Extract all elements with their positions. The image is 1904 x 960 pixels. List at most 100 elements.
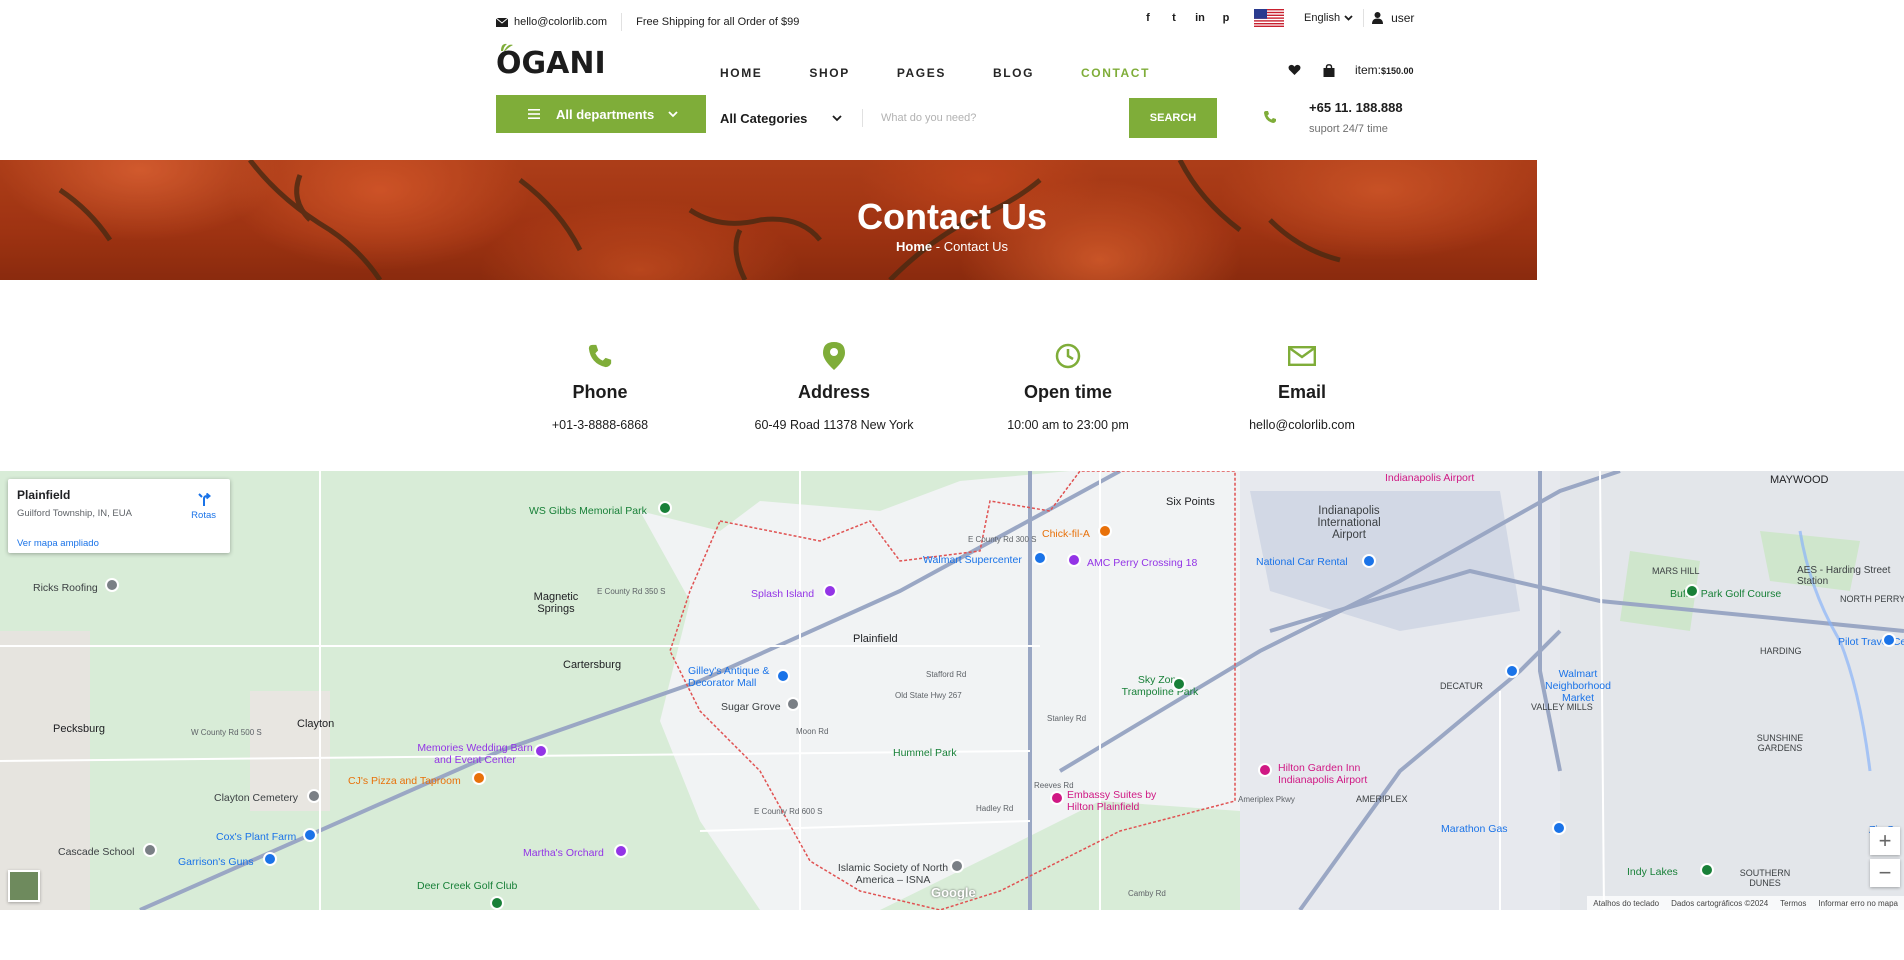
- map-poi-pin[interactable]: [950, 859, 964, 873]
- map-label[interactable]: Indianapolis Airport: [1385, 472, 1474, 484]
- map-layer-toggle[interactable]: [8, 870, 40, 902]
- us-flag-icon[interactable]: [1254, 9, 1284, 27]
- all-departments-button[interactable]: All departments: [496, 95, 706, 133]
- nav-home[interactable]: HOME: [720, 66, 762, 80]
- map-label: MAYWOOD: [1770, 474, 1829, 486]
- map-label[interactable]: Cascade School: [58, 846, 134, 858]
- map-label: Pecksburg: [53, 723, 105, 735]
- map-label[interactable]: AMC Perry Crossing 18: [1087, 557, 1197, 569]
- larger-map-link[interactable]: Ver mapa ampliado: [17, 538, 99, 549]
- google-map[interactable]: Indianapolis Airport MAYWOOD WS Gibbs Me…: [0, 471, 1904, 910]
- zoom-out-button[interactable]: −: [1870, 859, 1900, 887]
- map-poi-pin[interactable]: [1882, 633, 1896, 647]
- map-label[interactable]: Hummel Park: [893, 747, 957, 759]
- map-poi-pin[interactable]: [1505, 664, 1519, 678]
- map-label[interactable]: Islamic Society of North America – ISNA: [833, 862, 953, 886]
- map-label[interactable]: National Car Rental: [1256, 556, 1348, 568]
- map-poi-pin[interactable]: [490, 896, 504, 910]
- zoom-in-button[interactable]: +: [1870, 827, 1900, 855]
- breadcrumb: Home - Contact Us: [0, 239, 1904, 254]
- site-logo[interactable]: OGANI: [496, 43, 606, 81]
- map-label: Six Points: [1166, 496, 1215, 508]
- shopping-bag-icon[interactable]: [1323, 63, 1335, 77]
- map-poi-pin[interactable]: [307, 789, 321, 803]
- map-label[interactable]: Memories Wedding Barn and Event Center: [415, 742, 535, 766]
- map-poi-pin[interactable]: [472, 771, 486, 785]
- map-poi-pin[interactable]: [534, 744, 548, 758]
- search-input[interactable]: [881, 112, 1141, 124]
- category-select[interactable]: All Categories: [720, 111, 862, 126]
- map-label[interactable]: Embassy Suites by Hilton Plainfield: [1067, 789, 1177, 813]
- map-poi-pin[interactable]: [1258, 763, 1272, 777]
- map-label[interactable]: Deer Creek Golf Club: [417, 880, 517, 892]
- report-error-link[interactable]: Informar erro no mapa: [1818, 899, 1898, 908]
- breadcrumb-home-link[interactable]: Home: [896, 239, 932, 254]
- map-label[interactable]: Hilton Garden Inn Indianapolis Airport: [1278, 762, 1388, 786]
- nav-shop[interactable]: SHOP: [809, 66, 849, 80]
- map-label[interactable]: Clayton Cemetery: [214, 792, 298, 804]
- map-label: Reeves Rd: [1034, 781, 1074, 790]
- cart-label: item:: [1355, 63, 1382, 77]
- pinterest-icon[interactable]: p: [1220, 12, 1232, 24]
- map-poi-pin[interactable]: [1033, 551, 1047, 565]
- page-title: Contact Us: [856, 196, 1048, 237]
- search-button[interactable]: SEARCH: [1129, 98, 1217, 138]
- linkedin-icon[interactable]: in: [1194, 12, 1206, 24]
- map-poi-pin[interactable]: [614, 844, 628, 858]
- topbar-email[interactable]: hello@colorlib.com: [514, 16, 607, 28]
- map-label[interactable]: Indianapolis International Airport: [1310, 505, 1388, 541]
- map-label[interactable]: Martha's Orchard: [523, 847, 604, 859]
- map-label[interactable]: Marathon Gas: [1441, 823, 1508, 835]
- map-label[interactable]: Garrison's Guns: [178, 856, 254, 868]
- map-label[interactable]: Sugar Grove: [721, 701, 781, 713]
- map-label[interactable]: Walmart Supercenter: [923, 554, 1022, 566]
- map-label[interactable]: Ricks Roofing: [33, 582, 98, 594]
- facebook-icon[interactable]: f: [1142, 12, 1154, 24]
- map-poi-pin[interactable]: [303, 828, 317, 842]
- map-label[interactable]: Chick-fil-A: [1042, 528, 1090, 540]
- map-label[interactable]: Splash Island: [751, 588, 814, 600]
- map-poi-pin[interactable]: [1362, 554, 1376, 568]
- contact-widget-address: Address 60-49 Road 11378 New York: [724, 336, 944, 432]
- google-logo: Google: [931, 885, 976, 900]
- map-label[interactable]: Walmart Neighborhood Market: [1528, 668, 1628, 704]
- map-label: E County Rd 600 S: [754, 807, 823, 816]
- map-label[interactable]: AES - Harding Street Station: [1797, 565, 1897, 587]
- map-poi-pin[interactable]: [823, 584, 837, 598]
- map-poi-pin[interactable]: [1700, 863, 1714, 877]
- language-select[interactable]: English: [1304, 12, 1353, 24]
- contact-widget-value: hello@colorlib.com: [1249, 418, 1355, 432]
- terms-link[interactable]: Termos: [1780, 899, 1806, 908]
- top-bar-left: hello@colorlib.com Free Shipping for all…: [496, 13, 799, 31]
- nav-blog[interactable]: BLOG: [993, 66, 1034, 80]
- map-poi-pin[interactable]: [1098, 524, 1112, 538]
- map-label[interactable]: Indy Lakes: [1627, 866, 1678, 878]
- heart-icon[interactable]: [1288, 64, 1301, 76]
- map-label[interactable]: CJ's Pizza and Taproom: [348, 775, 461, 787]
- map-label[interactable]: Cox's Plant Farm: [216, 831, 296, 843]
- nav-pages[interactable]: PAGES: [897, 66, 946, 80]
- map-label: W County Rd 500 S: [191, 728, 262, 737]
- map-poi-pin[interactable]: [1050, 791, 1064, 805]
- map-poi-pin[interactable]: [776, 669, 790, 683]
- twitter-icon[interactable]: t: [1168, 12, 1180, 24]
- map-label[interactable]: Gilley's Antique & Decorator Mall: [688, 665, 778, 689]
- map-poi-pin[interactable]: [263, 852, 277, 866]
- nav-contact[interactable]: CONTACT: [1081, 66, 1150, 80]
- map-label: HARDING: [1760, 646, 1802, 656]
- map-poi-pin[interactable]: [1552, 821, 1566, 835]
- map-poi-pin[interactable]: [1067, 553, 1081, 567]
- map-poi-pin[interactable]: [143, 843, 157, 857]
- directions-button[interactable]: Rotas: [191, 492, 216, 521]
- map-label[interactable]: WS Gibbs Memorial Park: [529, 505, 647, 517]
- map-poi-pin[interactable]: [658, 501, 672, 515]
- keyboard-shortcuts-link[interactable]: Atalhos do teclado: [1593, 899, 1659, 908]
- map-label: E County Rd 300 S: [968, 535, 1037, 544]
- map-poi-pin[interactable]: [1685, 584, 1699, 598]
- map-poi-pin[interactable]: [105, 578, 119, 592]
- user-login[interactable]: user: [1372, 11, 1414, 25]
- map-poi-pin[interactable]: [786, 697, 800, 711]
- map-poi-pin[interactable]: [1172, 677, 1186, 691]
- map-label: Plainfield: [853, 633, 898, 645]
- map-label[interactable]: Sky Zone Trampoline Park: [1120, 674, 1200, 698]
